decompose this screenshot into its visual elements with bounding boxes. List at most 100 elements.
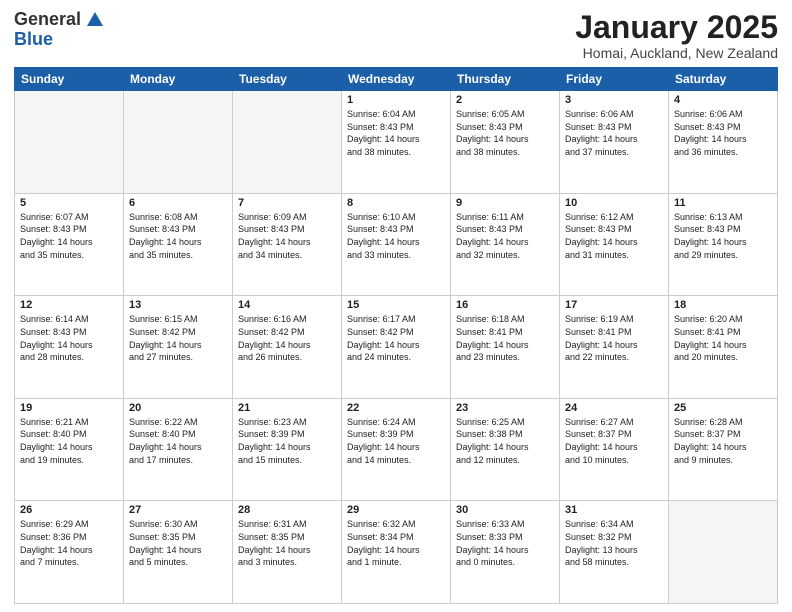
day-info: Sunrise: 6:08 AM Sunset: 8:43 PM Dayligh… [129, 211, 227, 261]
day-info: Sunrise: 6:12 AM Sunset: 8:43 PM Dayligh… [565, 211, 663, 261]
day-info: Sunrise: 6:20 AM Sunset: 8:41 PM Dayligh… [674, 313, 772, 363]
calendar-day: 21Sunrise: 6:23 AM Sunset: 8:39 PM Dayli… [233, 398, 342, 501]
calendar-day: 7 Sunrise: 6:09 AM Sunset: 8:43 PM Daylig… [233, 193, 342, 296]
calendar-day [15, 91, 124, 194]
day-number: 8 [347, 197, 445, 209]
day-number: 23 [456, 402, 554, 414]
calendar-header-row: Sunday Monday Tuesday Wednesday Thursday… [15, 68, 778, 91]
calendar-day: 29 Sunrise: 6:32 AM Sunset: 8:34 PM Dayli… [342, 501, 451, 604]
calendar-day: 16 Sunrise: 6:18 AM Sunset: 8:41 PM Dayli… [451, 296, 560, 399]
day-number: 4 [674, 94, 772, 106]
day-number: 13 [129, 299, 227, 311]
day-number: 11 [674, 197, 772, 209]
day-number: 1 [347, 94, 445, 106]
title-month: January 2025 [575, 10, 778, 45]
calendar-day: 24 Sunrise: 6:27 AM Sunset: 8:37 PM Dayli… [560, 398, 669, 501]
col-wednesday: Wednesday [342, 68, 451, 91]
day-number: 30 [456, 504, 554, 516]
day-number: 22 [347, 402, 445, 414]
calendar-day: 3 Sunrise: 6:06 AM Sunset: 8:43 PM Daylig… [560, 91, 669, 194]
day-number: 21 [238, 402, 336, 414]
day-info: Sunrise: 6:24 AM Sunset: 8:39 PM Dayligh… [347, 416, 445, 466]
day-info: Sunrise: 6:16 AM Sunset: 8:42 PM Dayligh… [238, 313, 336, 363]
day-number: 24 [565, 402, 663, 414]
day-info: Sunrise: 6:04 AM Sunset: 8:43 PM Dayligh… [347, 108, 445, 158]
day-number: 6 [129, 197, 227, 209]
calendar-day: 11 Sunrise: 6:13 AM Sunset: 8:43 PM Dayli… [669, 193, 778, 296]
day-number: 10 [565, 197, 663, 209]
day-info: Sunrise: 6:17 AM Sunset: 8:42 PM Dayligh… [347, 313, 445, 363]
day-number: 28 [238, 504, 336, 516]
day-number: 7 [238, 197, 336, 209]
day-info: Sunrise: 6:18 AM Sunset: 8:41 PM Dayligh… [456, 313, 554, 363]
calendar-day: 5 Sunrise: 6:07 AM Sunset: 8:43 PM Daylig… [15, 193, 124, 296]
day-info: Sunrise: 6:13 AM Sunset: 8:43 PM Dayligh… [674, 211, 772, 261]
logo-general: General [14, 10, 81, 30]
day-number: 26 [20, 504, 118, 516]
day-info: Sunrise: 6:22 AM Sunset: 8:40 PM Dayligh… [129, 416, 227, 466]
calendar-day: 31 Sunrise: 6:34 AM Sunset: 8:32 PM Dayli… [560, 501, 669, 604]
day-info: Sunrise: 6:21 AM Sunset: 8:40 PM Dayligh… [20, 416, 118, 466]
day-number: 16 [456, 299, 554, 311]
calendar-day [669, 501, 778, 604]
day-info: Sunrise: 6:31 AM Sunset: 8:35 PM Dayligh… [238, 518, 336, 568]
day-info: Sunrise: 6:14 AM Sunset: 8:43 PM Dayligh… [20, 313, 118, 363]
day-info: Sunrise: 6:27 AM Sunset: 8:37 PM Dayligh… [565, 416, 663, 466]
day-info: Sunrise: 6:05 AM Sunset: 8:43 PM Dayligh… [456, 108, 554, 158]
day-info: Sunrise: 6:19 AM Sunset: 8:41 PM Dayligh… [565, 313, 663, 363]
day-info: Sunrise: 6:29 AM Sunset: 8:36 PM Dayligh… [20, 518, 118, 568]
calendar-day: 20 Sunrise: 6:22 AM Sunset: 8:40 PM Dayli… [124, 398, 233, 501]
calendar-day: 6 Sunrise: 6:08 AM Sunset: 8:43 PM Daylig… [124, 193, 233, 296]
header: General Blue January 2025 Homai, Aucklan… [14, 10, 778, 61]
day-info: Sunrise: 6:11 AM Sunset: 8:43 PM Dayligh… [456, 211, 554, 261]
col-saturday: Saturday [669, 68, 778, 91]
col-monday: Monday [124, 68, 233, 91]
calendar-day: 23 Sunrise: 6:25 AM Sunset: 8:38 PM Dayli… [451, 398, 560, 501]
day-number: 3 [565, 94, 663, 106]
day-number: 29 [347, 504, 445, 516]
day-info: Sunrise: 6:10 AM Sunset: 8:43 PM Dayligh… [347, 211, 445, 261]
day-number: 17 [565, 299, 663, 311]
calendar-day: 22 Sunrise: 6:24 AM Sunset: 8:39 PM Dayli… [342, 398, 451, 501]
logo-blue: Blue [14, 29, 53, 49]
page: General Blue January 2025 Homai, Aucklan… [0, 0, 792, 612]
calendar-day: 25 Sunrise: 6:28 AM Sunset: 8:37 PM Dayli… [669, 398, 778, 501]
day-info: Sunrise: 6:32 AM Sunset: 8:34 PM Dayligh… [347, 518, 445, 568]
calendar-week-2: 5 Sunrise: 6:07 AM Sunset: 8:43 PM Daylig… [15, 193, 778, 296]
calendar-day: 14 Sunrise: 6:16 AM Sunset: 8:42 PM Dayli… [233, 296, 342, 399]
calendar-day [124, 91, 233, 194]
day-info: Sunrise: 6:07 AM Sunset: 8:43 PM Dayligh… [20, 211, 118, 261]
day-number: 14 [238, 299, 336, 311]
day-info: Sunrise: 6:06 AM Sunset: 8:43 PM Dayligh… [565, 108, 663, 158]
day-info: Sunrise: 6:15 AM Sunset: 8:42 PM Dayligh… [129, 313, 227, 363]
day-number: 25 [674, 402, 772, 414]
logo-icon [83, 6, 107, 30]
day-number: 12 [20, 299, 118, 311]
calendar-day: 17 Sunrise: 6:19 AM Sunset: 8:41 PM Dayli… [560, 296, 669, 399]
calendar-day: 10 Sunrise: 6:12 AM Sunset: 8:43 PM Dayli… [560, 193, 669, 296]
calendar-day: 13 Sunrise: 6:15 AM Sunset: 8:42 PM Dayli… [124, 296, 233, 399]
day-info: Sunrise: 6:34 AM Sunset: 8:32 PM Dayligh… [565, 518, 663, 568]
calendar-table: Sunday Monday Tuesday Wednesday Thursday… [14, 67, 778, 604]
calendar-day: 1 Sunrise: 6:04 AM Sunset: 8:43 PM Daylig… [342, 91, 451, 194]
col-tuesday: Tuesday [233, 68, 342, 91]
col-friday: Friday [560, 68, 669, 91]
day-number: 2 [456, 94, 554, 106]
day-info: Sunrise: 6:33 AM Sunset: 8:33 PM Dayligh… [456, 518, 554, 568]
day-info: Sunrise: 6:28 AM Sunset: 8:37 PM Dayligh… [674, 416, 772, 466]
calendar-day: 4 Sunrise: 6:06 AM Sunset: 8:43 PM Daylig… [669, 91, 778, 194]
day-number: 20 [129, 402, 227, 414]
day-info: Sunrise: 6:09 AM Sunset: 8:43 PM Dayligh… [238, 211, 336, 261]
day-info: Sunrise: 6:25 AM Sunset: 8:38 PM Dayligh… [456, 416, 554, 466]
calendar-day: 26 Sunrise: 6:29 AM Sunset: 8:36 PM Dayli… [15, 501, 124, 604]
calendar-day: 15 Sunrise: 6:17 AM Sunset: 8:42 PM Dayli… [342, 296, 451, 399]
calendar-day: 2 Sunrise: 6:05 AM Sunset: 8:43 PM Daylig… [451, 91, 560, 194]
day-number: 5 [20, 197, 118, 209]
calendar-day: 19Sunrise: 6:21 AM Sunset: 8:40 PM Dayli… [15, 398, 124, 501]
calendar-week-4: 19Sunrise: 6:21 AM Sunset: 8:40 PM Dayli… [15, 398, 778, 501]
calendar-week-3: 12 Sunrise: 6:14 AM Sunset: 8:43 PM Dayli… [15, 296, 778, 399]
day-number: 15 [347, 299, 445, 311]
day-info: Sunrise: 6:30 AM Sunset: 8:35 PM Dayligh… [129, 518, 227, 568]
day-number: 31 [565, 504, 663, 516]
day-info: Sunrise: 6:06 AM Sunset: 8:43 PM Dayligh… [674, 108, 772, 158]
